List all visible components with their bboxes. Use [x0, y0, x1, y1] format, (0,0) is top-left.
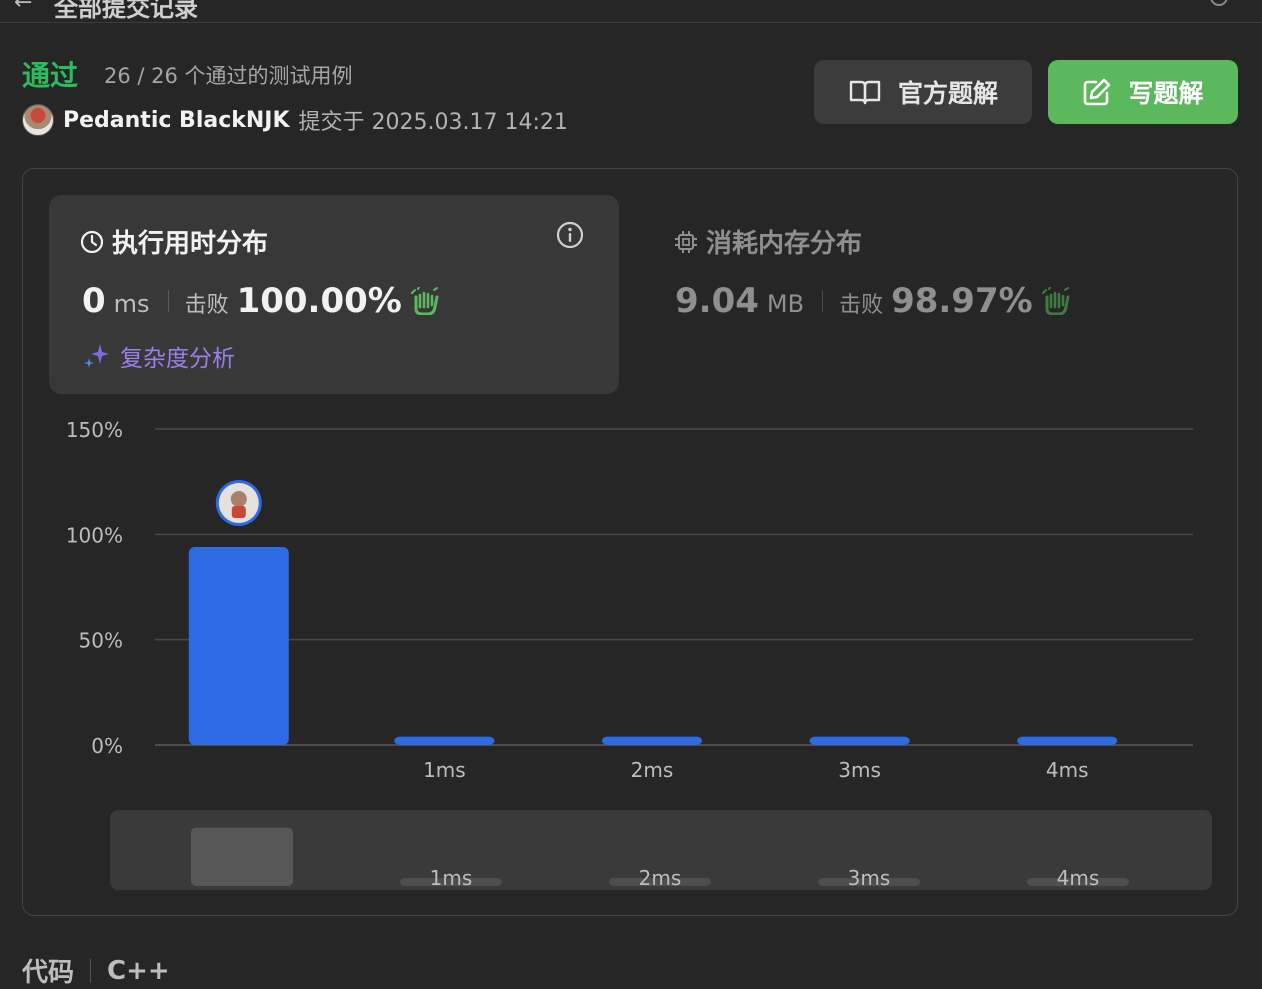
bar-0ms: [188, 546, 289, 745]
stats-panel: 执行用时分布 0 ms 击败 100.00% 复杂度分析 消耗内存分布 9.04…: [22, 168, 1238, 916]
top-bar: ← 全部提交记录: [0, 0, 1262, 23]
divider: [90, 958, 92, 983]
bar-2ms: [602, 736, 702, 745]
avatar[interactable]: [22, 104, 54, 136]
x-tick-label: 4ms: [1046, 758, 1089, 782]
official-solution-label: 官方题解: [897, 79, 998, 108]
x-tick-label: 2ms: [631, 758, 674, 782]
overview-tick-label: 2ms: [639, 866, 682, 890]
x-tick-label: 3ms: [838, 758, 881, 782]
bar-4ms: [1017, 736, 1118, 745]
y-tick-label: 0%: [91, 734, 123, 758]
overview-tick-label: 3ms: [848, 866, 891, 890]
chart-overview[interactable]: 1ms 2ms 3ms 4ms: [110, 810, 1212, 890]
test-cases-summary: 26 / 26 个通过的测试用例: [104, 64, 353, 88]
edit-icon: [1084, 78, 1111, 106]
author-name[interactable]: Pedantic BlackNJK: [63, 108, 290, 133]
overview-svg: 1ms 2ms 3ms 4ms: [191, 827, 1129, 890]
x-tick-label: 1ms: [423, 758, 466, 782]
status-label: 通过: [22, 59, 79, 92]
code-title-text: 代码: [22, 958, 75, 988]
avatar-body: [231, 505, 246, 518]
code-section-title: 代码 C++: [22, 952, 170, 989]
submit-time: 提交于 2025.03.17 14:21: [298, 110, 568, 135]
avatar-face: [230, 490, 247, 507]
official-solution-button[interactable]: 官方题解: [814, 60, 1032, 124]
settings-icon[interactable]: [1210, 0, 1228, 6]
book-icon: [849, 80, 881, 105]
runtime-distribution-chart: 0% 50% 100% 150% 1ms 2ms 3ms 4ms: [66, 418, 1193, 782]
author-row: Pedantic BlackNJK 提交于 2025.03.17 14:21: [22, 104, 568, 136]
y-tick-label: 100%: [66, 523, 123, 547]
write-solution-label: 写题解: [1128, 79, 1204, 108]
overview-tick-label: 1ms: [430, 866, 473, 890]
overview-bar: [191, 827, 293, 886]
back-arrow-icon[interactable]: ←: [14, 0, 32, 15]
breadcrumb[interactable]: 全部提交记录: [54, 0, 198, 23]
overview-tick-label: 4ms: [1057, 866, 1100, 890]
y-tick-label: 150%: [66, 418, 123, 442]
bar-1ms: [394, 736, 495, 745]
write-solution-button[interactable]: 写题解: [1048, 60, 1238, 124]
code-language[interactable]: C++: [107, 956, 170, 986]
y-tick-label: 50%: [79, 629, 123, 653]
bar-3ms: [809, 736, 910, 745]
